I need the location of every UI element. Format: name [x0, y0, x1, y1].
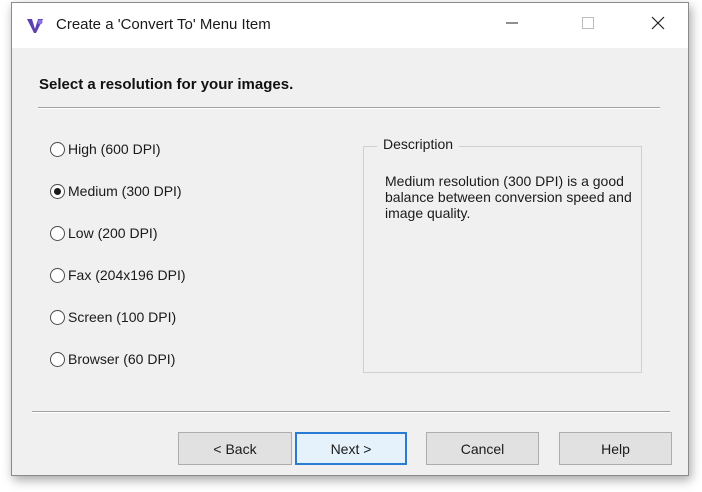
radio-button[interactable]: [50, 141, 65, 157]
radio-button[interactable]: [50, 183, 65, 199]
close-button[interactable]: [635, 3, 681, 48]
help-button[interactable]: Help: [559, 432, 672, 465]
description-title: Description: [377, 136, 460, 152]
radio-label: Fax (204x196 DPI): [68, 267, 186, 283]
cancel-button[interactable]: Cancel: [426, 432, 539, 465]
radio-button[interactable]: [50, 309, 65, 325]
minimize-button[interactable]: [489, 3, 535, 48]
maximize-icon: [581, 16, 595, 35]
radio-medium[interactable]: Medium (300 DPI): [50, 180, 182, 202]
next-button[interactable]: Next >: [295, 432, 407, 465]
close-icon: [651, 16, 665, 35]
radio-button[interactable]: [50, 225, 65, 241]
radio-screen[interactable]: Screen (100 DPI): [50, 306, 176, 328]
window-title: Create a 'Convert To' Menu Item: [56, 16, 271, 33]
description-text: Medium resolution (300 DPI) is a good ba…: [385, 173, 632, 221]
bottom-divider: [32, 411, 670, 413]
radio-low[interactable]: Low (200 DPI): [50, 222, 157, 244]
radio-button[interactable]: [50, 267, 65, 283]
page-heading: Select a resolution for your images.: [39, 76, 294, 93]
radio-browser[interactable]: Browser (60 DPI): [50, 348, 175, 370]
radio-label: Browser (60 DPI): [68, 351, 176, 367]
radio-label: Low (200 DPI): [68, 225, 158, 241]
radio-label: Medium (300 DPI): [68, 183, 182, 199]
dialog-window: Create a 'Convert To' Menu Item Select a…: [11, 2, 689, 476]
radio-fax[interactable]: Fax (204x196 DPI): [50, 264, 186, 286]
radio-label: High (600 DPI): [68, 141, 161, 157]
maximize-button[interactable]: [565, 3, 611, 48]
radio-high[interactable]: High (600 DPI): [50, 138, 161, 160]
app-logo-icon: [25, 15, 45, 35]
back-button[interactable]: < Back: [178, 432, 292, 465]
title-bar[interactable]: Create a 'Convert To' Menu Item: [12, 3, 688, 48]
radio-label: Screen (100 DPI): [68, 309, 177, 325]
radio-button[interactable]: [50, 351, 65, 367]
top-divider: [38, 107, 660, 109]
minimize-icon: [505, 16, 519, 35]
